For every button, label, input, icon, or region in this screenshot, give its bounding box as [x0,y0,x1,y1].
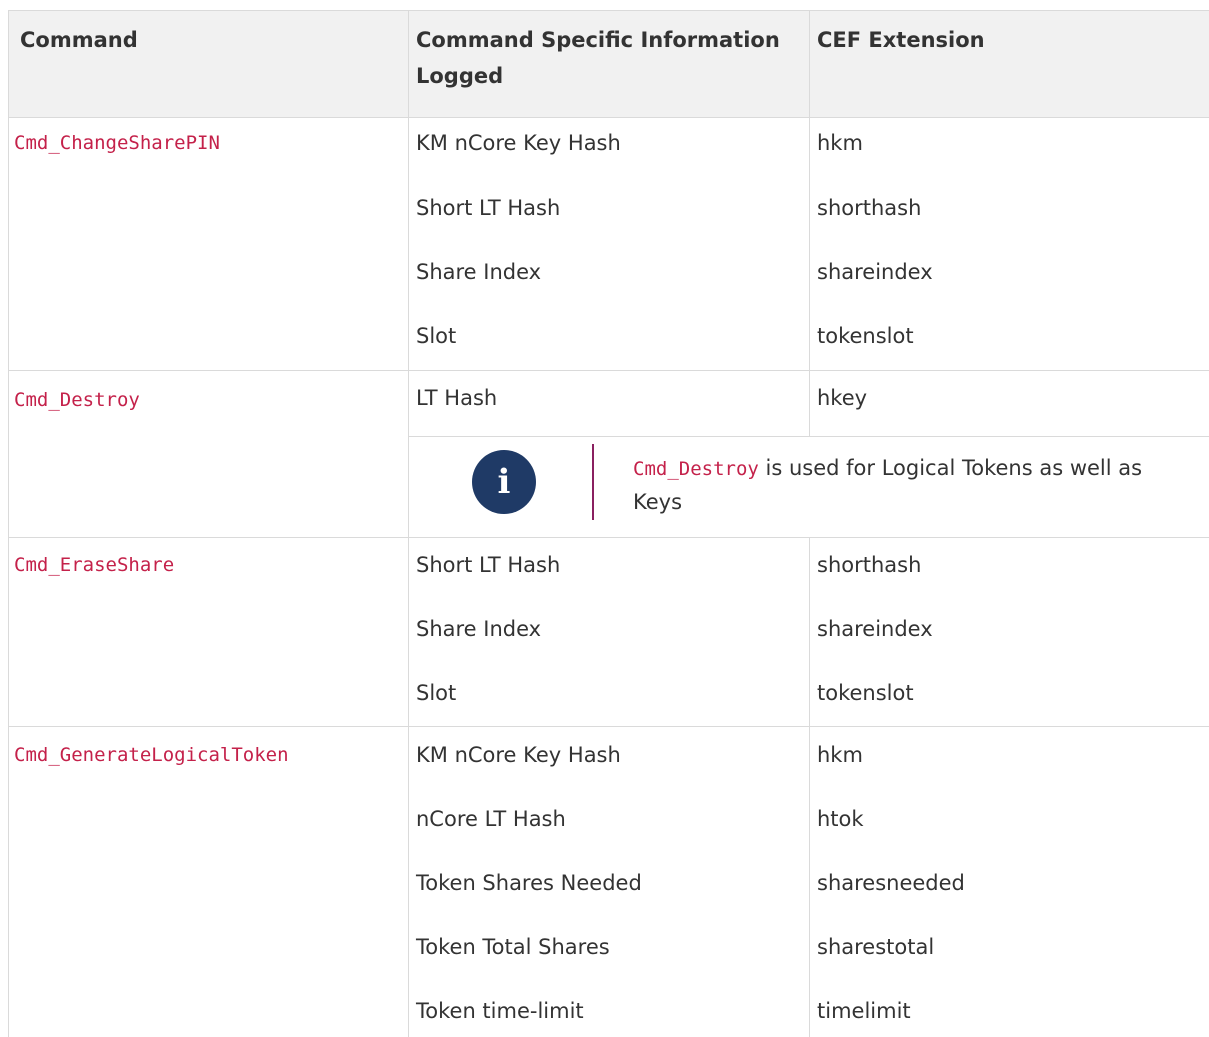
note-text: Cmd_Destroy is used for Logical Tokens a… [633,452,1153,519]
note-code: Cmd_Destroy [633,458,759,480]
cef-cell: sharesneeded [817,871,965,895]
cef-cell: shorthash [817,196,922,220]
header-command: Command [20,28,138,52]
cef-cell: timelimit [817,999,911,1023]
command-name: Cmd_Destroy [14,389,140,411]
info-icon: i [472,450,536,514]
cef-cell: htok [817,807,864,831]
cef-cell: shareindex [817,260,933,284]
info-cell: Short LT Hash [416,553,561,577]
header-info-logged: Command Specific Information Logged [416,28,780,88]
info-cell: nCore LT Hash [416,807,566,831]
note-divider [592,444,594,520]
command-name: Cmd_GenerateLogicalToken [14,744,289,766]
info-cell: Slot [416,681,457,705]
cef-cell: shorthash [817,553,922,577]
table-rule [408,436,1209,437]
cef-commands-table: Command Command Specific Information Log… [0,0,1209,1037]
info-cell: LT Hash [416,386,498,410]
cef-cell: hkey [817,386,868,410]
table-border [809,10,810,436]
info-cell: Token Shares Needed [416,871,642,895]
table-rule [8,117,1209,118]
cef-cell: tokenslot [817,681,914,705]
info-cell: Token time-limit [416,999,584,1023]
table-rule [8,537,1209,538]
info-cell: Token Total Shares [416,935,610,959]
info-cell: Share Index [416,617,542,641]
table-border [809,537,810,1037]
table-rule [8,370,1209,371]
table-border [8,10,9,1037]
table-rule [8,726,1209,727]
cef-cell: sharestotal [817,935,935,959]
command-name: Cmd_EraseShare [14,554,175,576]
info-cell: Slot [416,324,457,348]
command-name: Cmd_ChangeSharePIN [14,132,220,154]
info-cell: Short LT Hash [416,196,561,220]
info-cell: KM nCore Key Hash [416,743,621,767]
info-cell: Share Index [416,260,542,284]
cef-cell: shareindex [817,617,933,641]
cef-cell: hkm [817,743,863,767]
header-cef-extension: CEF Extension [817,28,985,52]
cef-cell: tokenslot [817,324,914,348]
info-cell: KM nCore Key Hash [416,131,621,155]
table-border [408,10,409,1037]
table-rule [8,10,1209,11]
cef-cell: hkm [817,131,863,155]
